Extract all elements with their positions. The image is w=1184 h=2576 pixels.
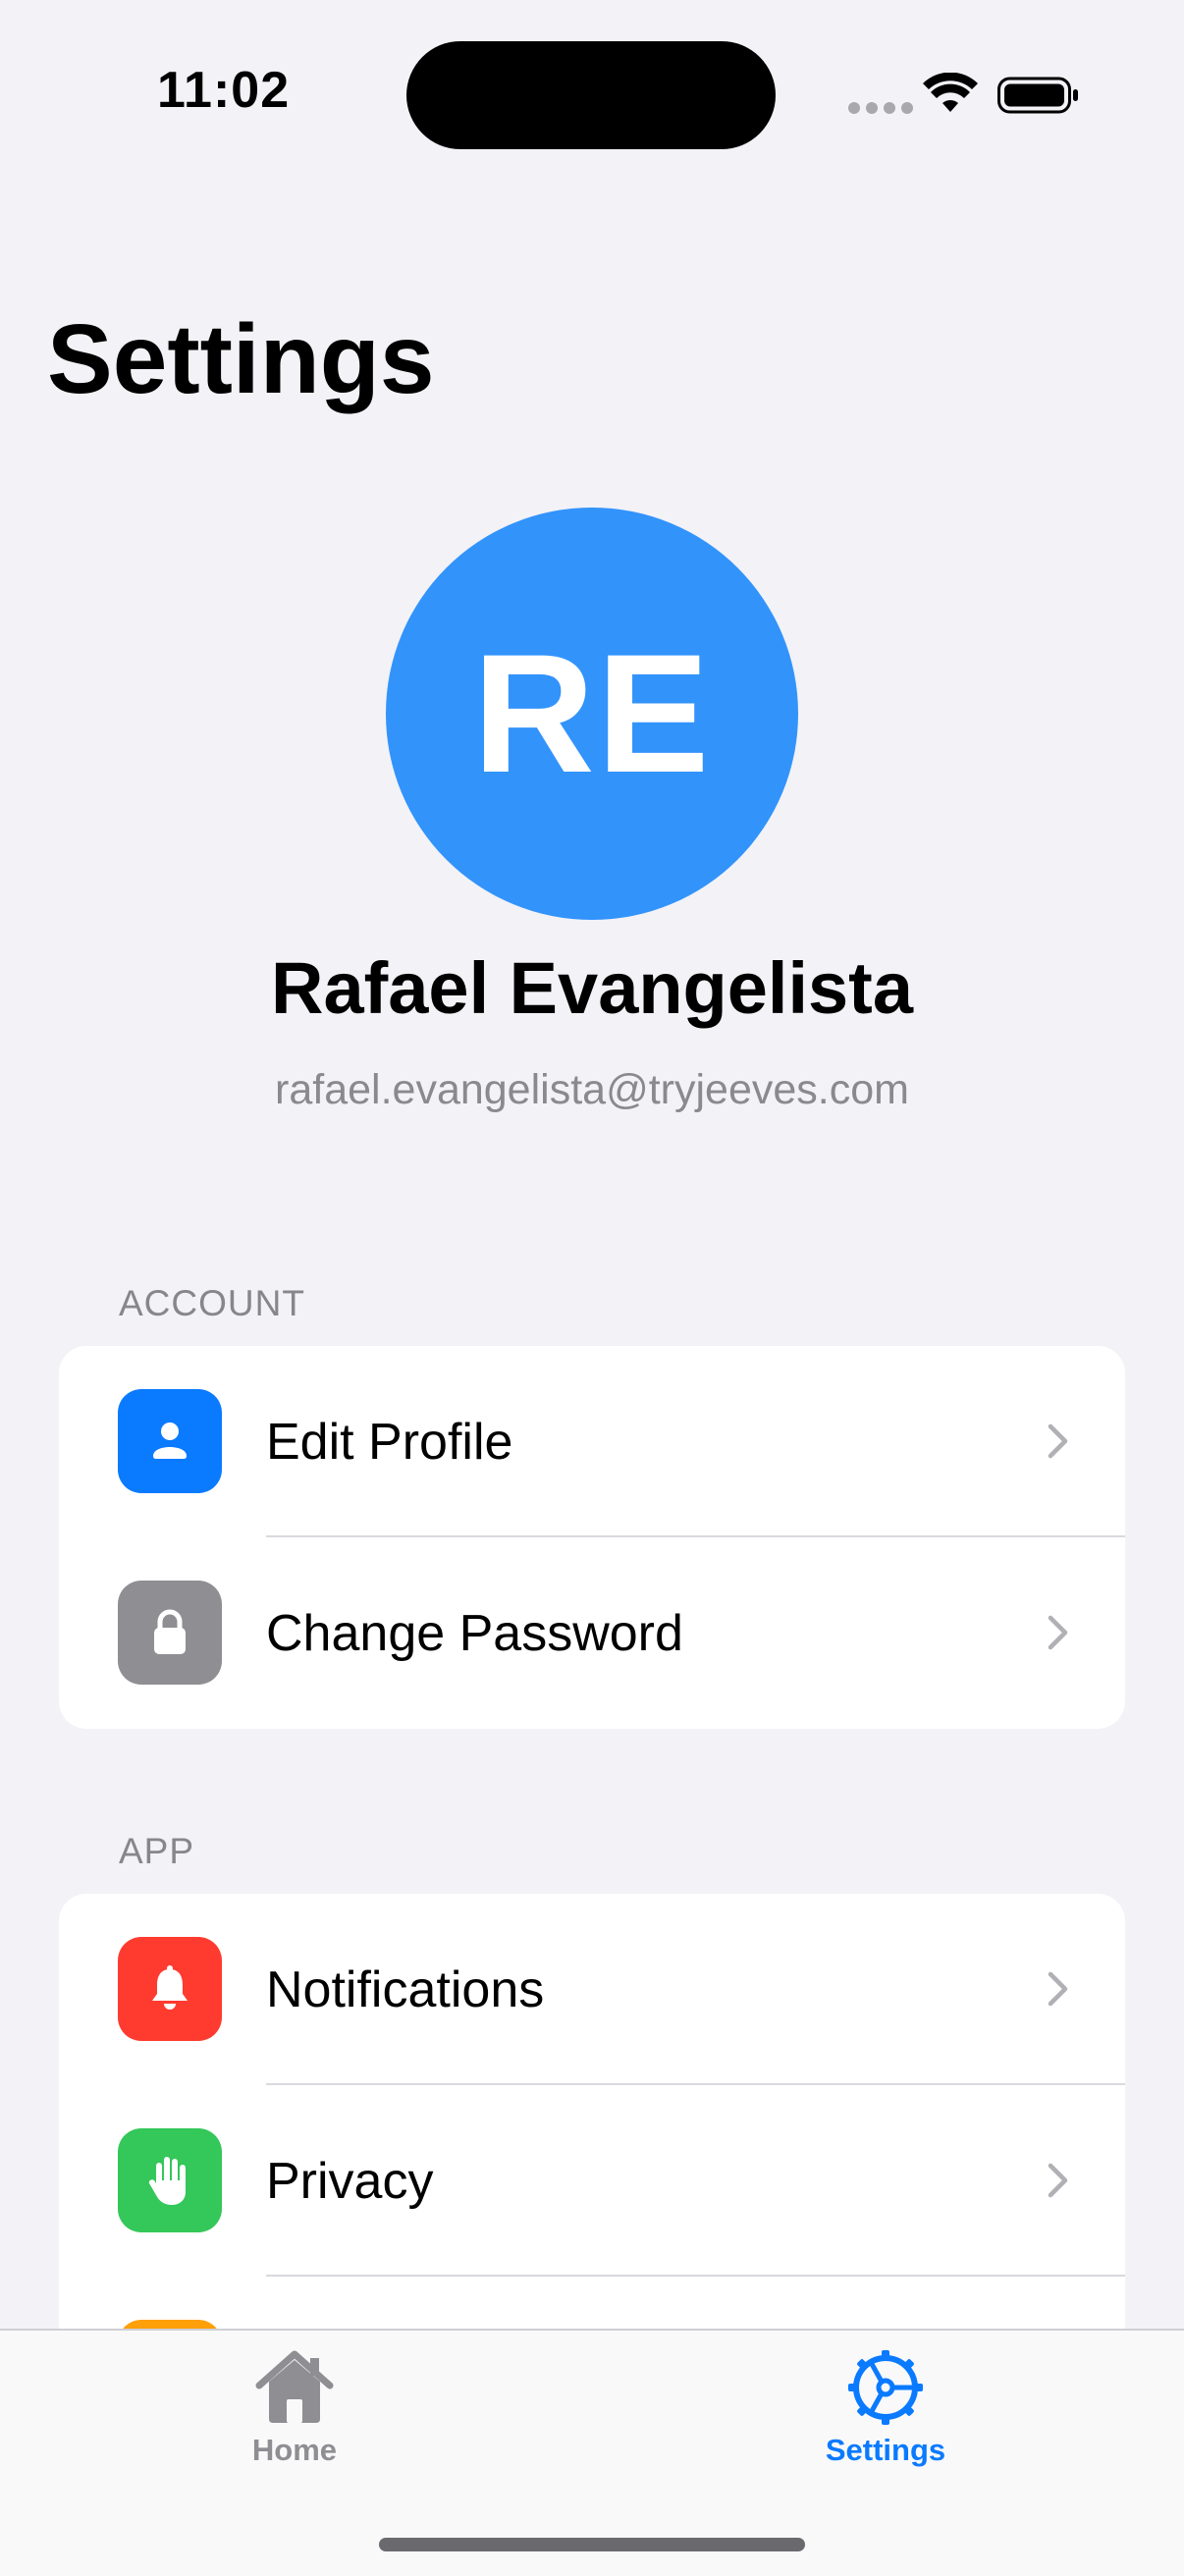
cellular-signal-icon	[848, 102, 913, 114]
app-card: Notifications Privacy	[59, 1894, 1125, 2329]
bell-icon	[118, 1937, 222, 2041]
page-title: Settings	[47, 304, 435, 414]
tab-label: Home	[251, 2433, 338, 2467]
profile-email: rafael.evangelista@tryjeeves.com	[275, 1066, 909, 1113]
avatar[interactable]: RE	[386, 508, 798, 920]
gear-icon	[848, 2350, 923, 2425]
home-indicator	[379, 2538, 805, 2551]
status-time: 11:02	[157, 62, 291, 119]
row-change-password[interactable]: Change Password	[59, 1537, 1125, 1729]
battery-icon	[997, 77, 1078, 114]
profile-name: Rafael Evangelista	[271, 947, 913, 1029]
row-label: Edit Profile	[266, 1413, 513, 1471]
wifi-icon	[923, 73, 978, 112]
tab-label: Settings	[825, 2433, 946, 2467]
row-label: Change Password	[266, 1604, 683, 1662]
hand-icon	[118, 2128, 222, 2232]
row-label: Privacy	[266, 2152, 434, 2210]
lock-icon	[118, 1581, 222, 1685]
section-header-account: ACCOUNT	[119, 1283, 305, 1323]
house-icon	[255, 2350, 334, 2423]
row-privacy[interactable]: Privacy	[59, 2085, 1125, 2277]
row-notifications[interactable]: Notifications	[59, 1894, 1125, 2085]
account-card: Edit Profile Change Password	[59, 1346, 1125, 1729]
person-icon	[118, 1389, 222, 1493]
row-label: Notifications	[266, 1960, 545, 2018]
chevron-right-icon	[1048, 1971, 1068, 2007]
chevron-right-icon	[1048, 1423, 1068, 1459]
dynamic-island	[406, 41, 776, 149]
section-header-app: APP	[119, 1831, 195, 1871]
chevron-right-icon	[1048, 1615, 1068, 1650]
row-edit-profile[interactable]: Edit Profile	[59, 1346, 1125, 1537]
chevron-right-icon	[1048, 2163, 1068, 2198]
app-setting-icon	[118, 2320, 222, 2329]
row-partially-visible[interactable]	[59, 2277, 1125, 2329]
tab-home[interactable]: Home	[147, 2348, 442, 2496]
tab-settings[interactable]: Settings	[738, 2348, 1033, 2496]
